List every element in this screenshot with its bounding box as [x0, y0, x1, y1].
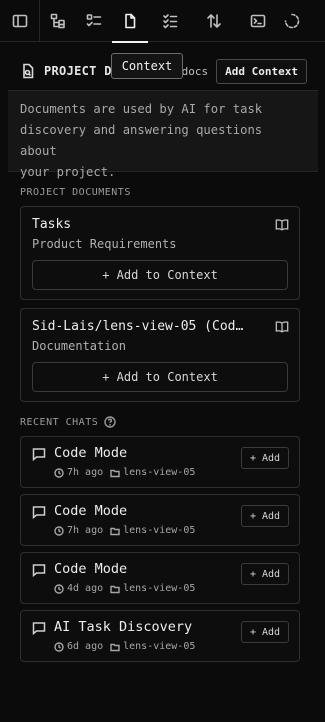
chat-time: 4d ago — [67, 583, 104, 594]
chat-card[interactable]: AI Task Discovery 6d ago lens-view-05 + … — [20, 610, 300, 662]
terminal-icon — [250, 14, 266, 28]
add-chat-button[interactable]: + Add — [241, 505, 289, 527]
chat-folder: lens-view-05 — [123, 467, 196, 478]
chat-folder: lens-view-05 — [123, 525, 196, 536]
chat-card[interactable]: Code Mode 4d ago lens-view-05 + Add — [20, 552, 300, 604]
terminal-button[interactable] — [236, 0, 280, 42]
chat-title: Code Mode — [54, 503, 128, 519]
tasks-button[interactable] — [148, 0, 192, 42]
document-card: Sid-Lais/lens-view-05 (Cod… Documentatio… — [20, 308, 300, 402]
add-chat-button[interactable]: + Add — [241, 447, 289, 469]
chat-meta: 6d ago lens-view-05 — [54, 641, 195, 652]
info-line: discovery and answering questions about — [20, 123, 263, 158]
book-icon[interactable] — [275, 319, 289, 333]
chat-folder: lens-view-05 — [123, 641, 196, 652]
tasks-icon — [163, 14, 178, 29]
chat-time: 6d ago — [67, 641, 104, 652]
info-line: Documents are used by AI for task — [20, 102, 263, 116]
document-icon — [125, 13, 136, 29]
clock-icon — [54, 467, 64, 478]
message-icon — [32, 446, 46, 462]
document-card: Tasks Product Requirements + Add to Cont… — [20, 206, 300, 300]
chat-title: AI Task Discovery — [54, 619, 193, 635]
clock-icon — [54, 583, 64, 594]
add-context-button[interactable]: Add Context — [216, 58, 307, 84]
loading-icon — [284, 13, 300, 29]
checklist-icon — [86, 14, 102, 27]
help-icon[interactable] — [104, 416, 116, 428]
message-icon — [32, 504, 46, 520]
book-icon[interactable] — [275, 217, 289, 231]
chat-title: Code Mode — [54, 561, 128, 577]
document-title: Tasks — [32, 217, 72, 232]
context-tab[interactable] — [112, 0, 148, 43]
document-search-icon — [20, 63, 36, 79]
chat-title: Code Mode — [54, 445, 128, 461]
folder-icon — [110, 469, 120, 477]
recent-chats-header: RECENT CHATS — [20, 416, 116, 428]
document-subtitle: Product Requirements — [32, 237, 177, 251]
chat-time: 7h ago — [67, 525, 104, 536]
tree-view-button[interactable] — [40, 0, 76, 42]
tree-icon — [50, 13, 65, 29]
info-line: your project. — [20, 165, 116, 179]
docs-count: docs — [181, 64, 209, 78]
folder-icon — [110, 585, 120, 593]
clock-icon — [54, 525, 64, 536]
project-documents-label: PROJECT DOCUMENTS — [20, 187, 131, 198]
sort-icon — [207, 14, 221, 28]
checklist-button[interactable] — [76, 0, 112, 42]
chat-meta: 7h ago lens-view-05 — [54, 467, 195, 478]
document-subtitle: Documentation — [32, 339, 126, 353]
message-icon — [32, 620, 46, 636]
loading-indicator — [280, 0, 304, 42]
chat-card[interactable]: Code Mode 7h ago lens-view-05 + Add — [20, 436, 300, 488]
chat-card[interactable]: Code Mode 7h ago lens-view-05 + Add — [20, 494, 300, 546]
add-chat-button[interactable]: + Add — [241, 563, 289, 585]
info-box: Documents are used by AI for task discov… — [8, 90, 318, 179]
message-icon — [32, 562, 46, 578]
chat-meta: 7h ago lens-view-05 — [54, 525, 195, 536]
folder-icon — [110, 527, 120, 535]
recent-chats-label: RECENT CHATS — [20, 416, 99, 428]
sidebar-toggle-icon — [12, 14, 27, 28]
add-to-context-button[interactable]: + Add to Context — [32, 260, 288, 290]
chat-folder: lens-view-05 — [123, 583, 196, 594]
document-title: Sid-Lais/lens-view-05 (Cod… — [32, 319, 244, 334]
clock-icon — [54, 641, 64, 652]
add-to-context-button[interactable]: + Add to Context — [32, 362, 288, 392]
sort-button[interactable] — [192, 0, 236, 42]
folder-icon — [110, 643, 120, 651]
context-tooltip: Context — [111, 53, 183, 79]
sidebar-toggle-button[interactable] — [0, 0, 40, 42]
chat-meta: 4d ago lens-view-05 — [54, 583, 195, 594]
add-chat-button[interactable]: + Add — [241, 621, 289, 643]
toolbar — [0, 0, 325, 43]
chat-time: 7h ago — [67, 467, 104, 478]
